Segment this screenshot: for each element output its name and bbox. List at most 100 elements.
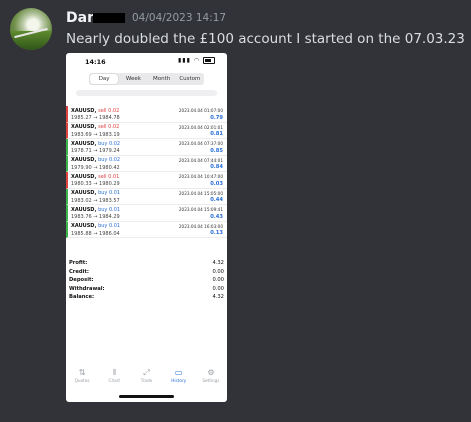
trade-datetime: 2023.04.04 01:07:00 xyxy=(178,108,223,113)
filter-bar[interactable] xyxy=(76,90,217,96)
trade-datetime: 2023.04.04 10:47:00 xyxy=(178,174,223,179)
trade-symbol: XAUUSD, buy 0.02 xyxy=(71,141,120,147)
trade-profit: 0.79 xyxy=(210,114,223,121)
trade-row[interactable]: XAUUSD, buy 0.01 2023.04.04 15:05:00 1983.… xyxy=(66,188,227,205)
symbol-text: XAUUSD, xyxy=(71,206,97,213)
history-icon: ▭ xyxy=(174,368,183,377)
summary-value: 0.00 xyxy=(212,268,224,275)
signal-icon: ▮▮▮ xyxy=(178,57,191,64)
message-text: Nearly doubled the £100 account I starte… xyxy=(66,31,465,47)
trade-side: sell 0.02 xyxy=(98,124,120,130)
trade-prices: 1978.71 → 1979.24 xyxy=(71,148,120,154)
trade-datetime: 2023.04.04 02:01:01 xyxy=(178,124,223,130)
trade-profit: 0.43 xyxy=(210,213,223,220)
trade-row[interactable]: XAUUSD, buy 0.01 2023.04.04 16:03:00 1985.… xyxy=(66,221,227,238)
quotes-icon: ⇅ xyxy=(78,368,86,377)
trade-side: buy 0.01 xyxy=(98,223,121,229)
segment-week[interactable]: Week xyxy=(119,73,147,85)
trade-side: buy 0.02 xyxy=(98,140,121,147)
chart-icon: ⫴ xyxy=(112,368,116,377)
trade-symbol: XAUUSD, sell 0.02 xyxy=(71,108,119,114)
trade-datetime: 2023.04.04 15:09:41 xyxy=(178,207,223,212)
summary-row: Profit: 4.32 xyxy=(69,259,224,268)
settings-icon: ⚙ xyxy=(207,368,215,377)
symbol-text: XAUUSD, xyxy=(71,157,97,163)
trade-symbol: XAUUSD, buy 0.01 xyxy=(71,223,120,229)
tab-history[interactable]: ▭ History xyxy=(163,367,195,389)
trade-side: sell 0.01 xyxy=(98,173,120,180)
trade-prices: 1983.02 → 1983.57 xyxy=(71,197,120,204)
symbol-text: XAUUSD, xyxy=(71,124,97,130)
trade-profit: 0.84 xyxy=(210,164,223,170)
segment-month[interactable]: Month xyxy=(148,73,176,85)
summary-value: 0.00 xyxy=(212,285,224,292)
summary-row: Balance: 4.32 xyxy=(69,293,224,302)
segment-custom[interactable]: Custom xyxy=(176,73,204,85)
trade-prices: 1980.33 → 1980.29 xyxy=(71,181,120,187)
tab-quotes[interactable]: ⇅ Quotes xyxy=(66,367,98,389)
tab-bar: ⇅ Quotes ⫴ Chart ⤢ Trade ▭ History ⚙ Settings xyxy=(66,367,227,389)
tab-trade[interactable]: ⤢ Trade xyxy=(130,367,162,389)
tab-label: Trade xyxy=(140,378,153,383)
trade-side: sell 0.02 xyxy=(98,107,120,114)
trade-prices: 1979.90 → 1980.42 xyxy=(71,164,120,171)
trade-symbol: XAUUSD, buy 0.01 xyxy=(71,190,120,196)
summary-value: 0.00 xyxy=(212,277,224,283)
trade-prices: 1983.76 → 1984.29 xyxy=(71,214,120,220)
trade-datetime: 2023.04.04 07:37:00 xyxy=(178,141,223,146)
summary-label: Profit: xyxy=(69,260,88,266)
trade-datetime: 2023.04.04 15:05:00 xyxy=(178,190,223,196)
summary-row: Deposit: 0.00 xyxy=(69,276,224,285)
symbol-text: XAUUSD, xyxy=(71,223,97,229)
tab-label: Settings xyxy=(202,378,220,383)
home-indicator xyxy=(119,395,174,398)
symbol-text: XAUUSD, xyxy=(71,190,97,196)
tab-label: History xyxy=(171,378,187,383)
phone-status-bar: 14:16 ▮▮▮ ◠ xyxy=(66,53,227,69)
trade-row[interactable]: XAUUSD, buy 0.02 2023.04.04 07:44:01 1979.… xyxy=(66,155,227,172)
summary-row: Credit: 0.00 xyxy=(69,268,224,277)
trade-prices: 1985.27 → 1984.78 xyxy=(71,115,120,121)
summary-row: Withdrawal: 0.00 xyxy=(69,285,224,294)
trade-datetime: 2023.04.04 07:44:01 xyxy=(178,157,223,163)
symbol-text: XAUUSD, xyxy=(71,107,97,114)
trade-side: buy 0.01 xyxy=(98,206,121,213)
tab-label: Chart xyxy=(108,378,121,383)
trade-row[interactable]: XAUUSD, buy 0.02 2023.04.04 07:37:00 1978.… xyxy=(66,139,227,156)
trade-profit: 0.44 xyxy=(210,197,223,203)
trade-row[interactable]: XAUUSD, buy 0.01 2023.04.04 15:09:41 1983.… xyxy=(66,205,227,222)
username[interactable]: Dan xyxy=(66,10,126,26)
trade-datetime: 2023.04.04 16:03:00 xyxy=(178,223,223,229)
period-segmented-control: Day Week Month Custom xyxy=(89,73,204,85)
trade-symbol: XAUUSD, sell 0.02 xyxy=(71,124,119,130)
redaction-bar xyxy=(93,13,126,23)
trade-symbol: XAUUSD, buy 0.02 xyxy=(71,157,120,163)
account-summary: Profit: 4.32 Credit: 0.00 Deposit: 0.00 Withdr… xyxy=(69,259,224,302)
trade-symbol: XAUUSD, sell 0.01 xyxy=(71,174,119,180)
tab-label: Quotes xyxy=(74,378,90,383)
trade-row[interactable]: XAUUSD, sell 0.02 2023.04.04 02:01:01 1983… xyxy=(66,122,227,139)
trade-prices: 1985.88 → 1986.04 xyxy=(71,230,120,237)
symbol-text: XAUUSD, xyxy=(71,173,97,180)
segment-day[interactable]: Day xyxy=(90,74,119,84)
trade-profit: 0.03 xyxy=(210,180,223,187)
trade-profit: 0.81 xyxy=(210,131,223,137)
wifi-icon: ◠ xyxy=(193,57,201,64)
trade-side: buy 0.02 xyxy=(98,157,121,163)
status-icons: ▮▮▮ ◠ xyxy=(178,57,215,64)
trade-side: buy 0.01 xyxy=(98,190,121,196)
trade-icon: ⤢ xyxy=(143,368,150,377)
trade-row[interactable]: XAUUSD, sell 0.02 2023.04.04 01:07:00 1985… xyxy=(66,106,227,123)
tab-chart[interactable]: ⫴ Chart xyxy=(98,367,130,389)
summary-label: Credit: xyxy=(69,268,89,275)
trade-row[interactable]: XAUUSD, sell 0.01 2023.04.04 10:47:00 1980… xyxy=(66,172,227,189)
battery-icon xyxy=(203,57,215,64)
message-timestamp: 04/04/2023 14:17 xyxy=(132,12,227,24)
summary-label: Withdrawal: xyxy=(69,285,105,292)
avatar[interactable] xyxy=(10,8,52,50)
summary-label: Balance: xyxy=(69,294,95,300)
screenshot-attachment[interactable]: 14:16 ▮▮▮ ◠ Day Week Month Custom XAUUSD, s… xyxy=(66,53,227,402)
tab-settings[interactable]: ⚙ Settings xyxy=(195,367,227,389)
summary-value: 4.32 xyxy=(212,294,224,300)
trade-prices: 1983.69 → 1983.19 xyxy=(71,131,120,138)
